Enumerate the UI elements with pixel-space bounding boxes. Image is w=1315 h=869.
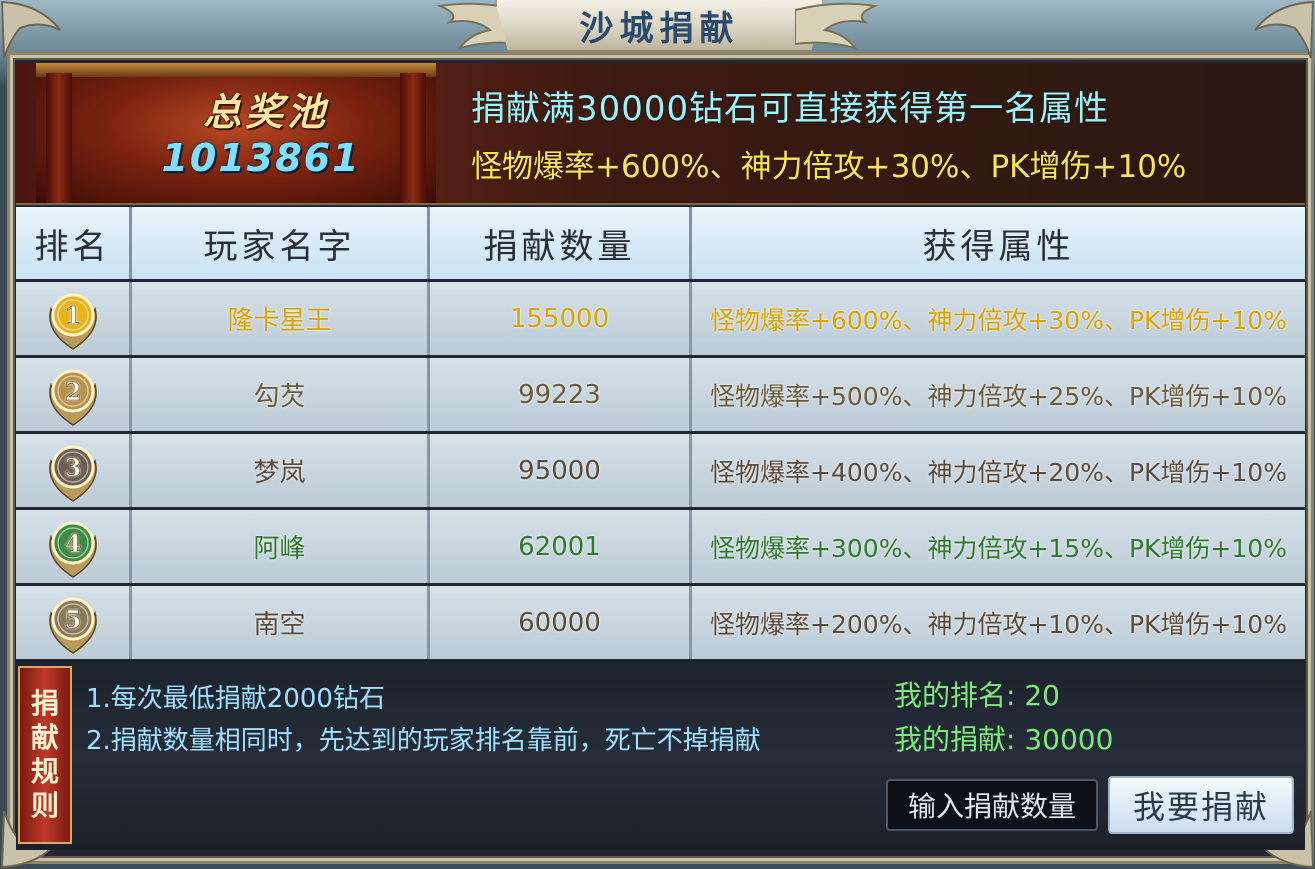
player-attributes: 怪物爆率+200%、神力倍攻+10%、PK增伤+10% [692, 586, 1305, 659]
rules-tag: 捐 献 规 则 [18, 666, 72, 844]
title-wing-ornament [794, 0, 895, 55]
header-banner: 总奖池 1013861 捐献满30000钻石可直接获得第一名属性 怪物爆率+60… [16, 63, 1305, 205]
donation-amount: 95000 [430, 434, 692, 507]
rule-line-1: 1.每次最低捐献2000钻石 [86, 684, 385, 714]
svg-text:1: 1 [64, 301, 81, 330]
svg-text:2: 2 [64, 377, 81, 406]
svg-text:5: 5 [64, 605, 81, 634]
table-row: 5 南空 60000 怪物爆率+200%、神力倍攻+10%、PK增伤+10% [16, 586, 1305, 659]
my-donation-label: 我的捐献: [894, 723, 1016, 756]
rank-medal-icon: 3 [43, 439, 103, 503]
player-name: 阿峰 [132, 510, 430, 583]
rank-medal-icon: 4 [43, 515, 103, 579]
table-row: 4 阿峰 62001 怪物爆率+300%、神力倍攻+15%、PK增伤+10% [16, 510, 1305, 583]
title-bar: 沙城捐献 [420, 0, 895, 58]
promo-headline: 捐献满30000钻石可直接获得第一名属性 [471, 89, 1110, 129]
donation-amount: 155000 [430, 282, 692, 355]
my-stats: 我的排名: 20 我的捐献: 30000 [894, 674, 1113, 762]
header-player-name: 玩家名字 [132, 207, 430, 279]
donate-button[interactable]: 我要捐献 [1108, 776, 1294, 834]
player-name: 隆卡星王 [132, 282, 430, 355]
my-rank-label: 我的排名: [894, 679, 1016, 712]
title-plaque: 沙城捐献 [495, 0, 824, 53]
corner-ornament [1245, 0, 1315, 60]
corner-ornament [0, 0, 70, 60]
page-title: 沙城捐献 [579, 8, 740, 49]
donation-amount: 99223 [430, 358, 692, 431]
donation-footer: 捐 献 规 则 1.每次最低捐献2000钻石 2.捐献数量相同时，先达到的玩家排… [16, 660, 1305, 850]
header-attributes: 获得属性 [692, 207, 1305, 279]
donation-amount: 60000 [430, 586, 692, 659]
table-header: 排名 玩家名字 捐献数量 获得属性 [16, 207, 1305, 279]
header-donation-amount: 捐献数量 [430, 207, 692, 279]
rank-medal-icon: 5 [43, 591, 103, 655]
player-attributes: 怪物爆率+400%、神力倍攻+20%、PK增伤+10% [692, 434, 1305, 507]
ranking-table: 1 隆卡星王 155000 怪物爆率+600%、神力倍攻+30%、PK增伤+10… [16, 282, 1305, 662]
svg-text:3: 3 [64, 453, 81, 482]
svg-text:4: 4 [64, 529, 81, 558]
player-attributes: 怪物爆率+500%、神力倍攻+25%、PK增伤+10% [692, 358, 1305, 431]
rank-medal-icon: 2 [43, 363, 103, 427]
rules-text: 1.每次最低捐献2000钻石 2.捐献数量相同时，先达到的玩家排名靠前，死亡不掉… [86, 678, 761, 762]
table-row: 3 梦岚 95000 怪物爆率+400%、神力倍攻+20%、PK增伤+10% [16, 434, 1305, 507]
header-rank: 排名 [16, 207, 132, 279]
rank-medal-icon: 1 [43, 287, 103, 351]
prize-pool-value: 1013861 [161, 136, 361, 180]
my-rank-value: 20 [1024, 679, 1060, 712]
promo-attributes: 怪物爆率+600%、神力倍攻+30%、PK增伤+10% [471, 149, 1187, 185]
prize-pool-label: 总奖池 [202, 89, 329, 134]
player-attributes: 怪物爆率+300%、神力倍攻+15%、PK增伤+10% [692, 510, 1305, 583]
prize-pool-stage: 总奖池 1013861 [36, 63, 436, 203]
donation-amount-input[interactable]: 输入捐献数量 [886, 779, 1098, 831]
table-row: 2 勾芡 99223 怪物爆率+500%、神力倍攻+25%、PK增伤+10% [16, 358, 1305, 431]
player-name: 南空 [132, 586, 430, 659]
player-attributes: 怪物爆率+600%、神力倍攻+30%、PK增伤+10% [692, 282, 1305, 355]
my-donation-value: 30000 [1024, 723, 1114, 756]
player-name: 梦岚 [132, 434, 430, 507]
rule-line-2: 2.捐献数量相同时，先达到的玩家排名靠前，死亡不掉捐献 [86, 726, 761, 756]
player-name: 勾芡 [132, 358, 430, 431]
table-row: 1 隆卡星王 155000 怪物爆率+600%、神力倍攻+30%、PK增伤+10… [16, 282, 1305, 355]
donation-amount: 62001 [430, 510, 692, 583]
